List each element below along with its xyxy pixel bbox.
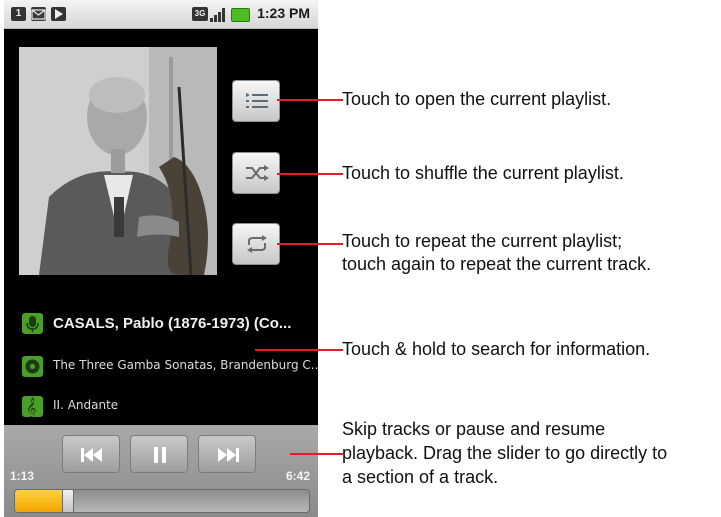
- album-art[interactable]: [19, 47, 217, 275]
- artist-row[interactable]: CASALS, Pablo (1876-1973) (Co...: [22, 311, 318, 337]
- artist-icon: [22, 313, 43, 334]
- album-art-photo: [19, 47, 217, 275]
- sim-icon: 1: [11, 7, 26, 21]
- treble-clef-icon: 𝄞: [22, 396, 43, 419]
- svg-text:𝄞: 𝄞: [26, 398, 37, 417]
- artist-name: CASALS, Pablo (1876-1973) (Co...: [53, 315, 292, 332]
- play-icon: [51, 7, 66, 21]
- previous-track-button[interactable]: [62, 435, 120, 473]
- repeat-icon: [247, 235, 267, 253]
- status-bar: 1 3G 1:23 PM: [4, 0, 318, 29]
- gmail-icon: [31, 7, 46, 21]
- shuffle-callout: Touch to shuffle the current playlist.: [342, 163, 624, 183]
- total-duration: 6:42: [285, 469, 310, 483]
- playlist-callout-line: [277, 99, 343, 101]
- next-track-button[interactable]: [198, 435, 256, 473]
- album-row[interactable]: The Three Gamba Sonatas, Brandenburg C..…: [22, 354, 318, 380]
- status-time: 1:23 PM: [257, 5, 310, 21]
- shuffle-button[interactable]: [232, 152, 280, 194]
- transport-callout-line2: playback. Drag the slider to go directly…: [342, 443, 668, 463]
- shuffle-icon: [246, 165, 269, 181]
- shuffle-callout-line: [277, 173, 343, 175]
- album-title: The Three Gamba Sonatas, Brandenburg C..…: [53, 358, 318, 372]
- search-callout-line: [255, 349, 343, 351]
- track-title: II. Andante: [53, 398, 119, 412]
- transport-callout-line: [290, 453, 343, 455]
- previous-icon: [81, 448, 102, 462]
- search-callout: Touch & hold to search for information.: [342, 339, 651, 359]
- repeat-callout-line: [277, 243, 343, 245]
- network-3g-icon: 3G: [192, 7, 208, 21]
- repeat-button[interactable]: [232, 223, 280, 265]
- transport-callout-line1: Skip tracks or pause and resume: [342, 419, 606, 439]
- repeat-callout-line1: Touch to repeat the current playlist;: [342, 231, 623, 251]
- progress-fill: [15, 490, 68, 512]
- transport-panel: 1:13 6:42: [4, 425, 318, 517]
- track-row[interactable]: 𝄞 II. Andante: [22, 394, 318, 420]
- battery-icon: [231, 8, 250, 22]
- next-icon: [218, 448, 239, 462]
- pause-button[interactable]: [130, 435, 188, 473]
- elapsed-time: 1:13: [10, 469, 35, 483]
- album-disc-icon: [22, 356, 43, 377]
- playlist-button[interactable]: [232, 80, 280, 122]
- transport-callout-line3: a section of a track.: [342, 467, 499, 487]
- repeat-callout-line2: touch again to repeat the current track.: [342, 254, 652, 274]
- pause-icon: [154, 447, 166, 463]
- progress-thumb[interactable]: [61, 490, 74, 512]
- progress-slider[interactable]: [14, 489, 310, 513]
- phone-screen: 1 3G 1:23 PM CASALS, Pablo (1876-1973) (…: [4, 0, 318, 517]
- playlist-callout: Touch to open the current playlist.: [342, 89, 612, 109]
- playlist-icon: [246, 93, 268, 108]
- signal-strength-icon: [210, 6, 227, 22]
